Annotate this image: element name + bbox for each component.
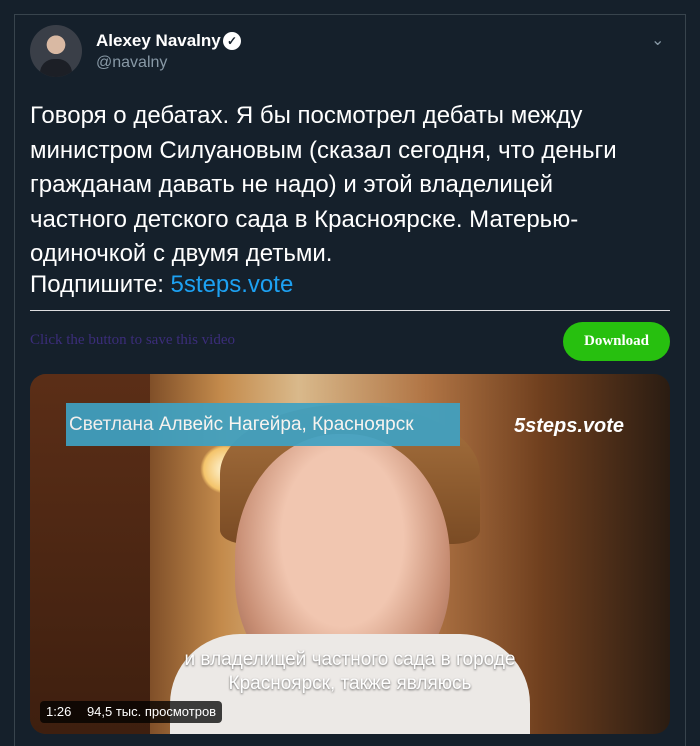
author-handle[interactable]: @navalny (96, 54, 167, 72)
video-nameplate: Светлана Алвейс Нагейра, Красноярск (66, 403, 460, 446)
tweet-link[interactable]: 5steps.vote (171, 271, 294, 298)
author-avatar[interactable] (30, 25, 82, 77)
video-stats: 1:26 94,5 тыс. просмотров (40, 701, 223, 723)
author-name[interactable]: Alexey Navalny (96, 31, 221, 51)
chevron-down-icon[interactable]: ⌄ (651, 30, 664, 50)
verified-badge-icon: ✓ (223, 32, 241, 50)
divider (30, 310, 670, 311)
video-brand-text: 5steps.vote (514, 415, 625, 437)
save-hint-text: Click the button to save this video (30, 332, 235, 348)
video-player[interactable]: Светлана Алвейс Нагейра, Красноярск 5ste… (30, 374, 670, 734)
sign-label: Подпишите: (30, 271, 171, 298)
tweet-text: Говоря о дебатах. Я бы посмотрел дебаты … (30, 102, 617, 267)
video-views: 94,5 тыс. просмотров (86, 704, 217, 719)
download-button[interactable]: Download (563, 322, 670, 361)
video-duration: 1:26 (46, 704, 72, 719)
sign-row: Подпишите: 5steps.vote (30, 268, 293, 302)
video-subtitle: и владелицей частного сада в городе Крас… (184, 649, 516, 694)
